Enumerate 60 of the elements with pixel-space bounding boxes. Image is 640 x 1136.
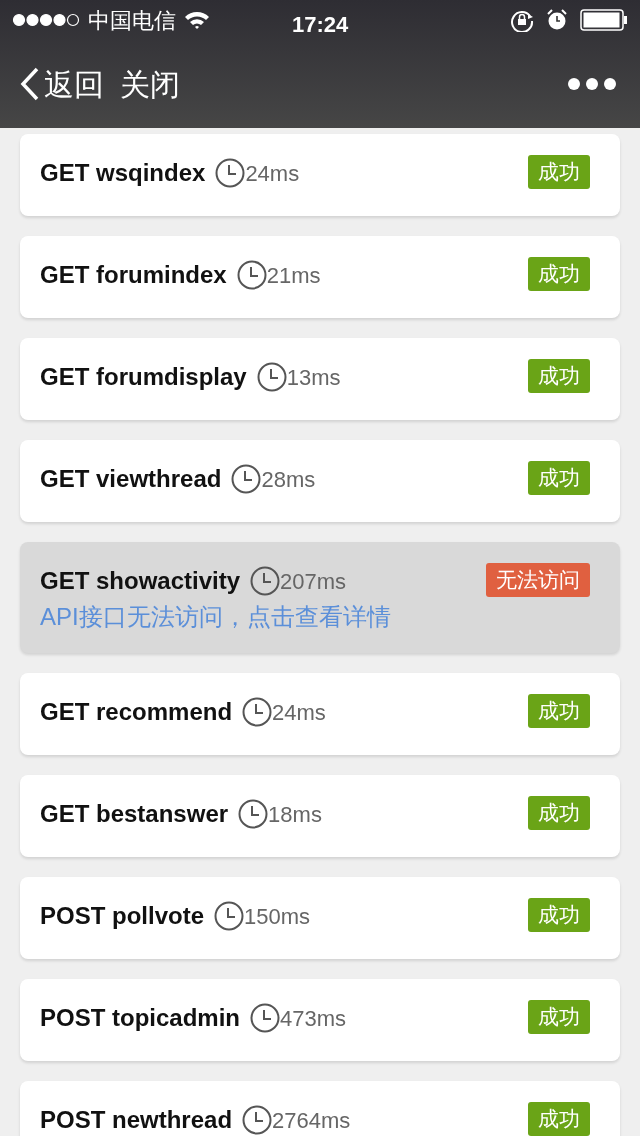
- status-badge: 成功: [528, 796, 590, 830]
- request-card[interactable]: POST topicadmin 473ms 成功: [20, 979, 620, 1061]
- request-title: GET viewthread: [40, 464, 222, 494]
- request-duration: 2764ms: [272, 1106, 351, 1135]
- request-title: GET bestanswer: [40, 799, 229, 829]
- request-title: GET showactivity: [40, 566, 241, 596]
- request-duration: 150ms: [244, 902, 311, 931]
- request-duration: 13ms: [286, 363, 341, 392]
- request-card[interactable]: GET recommend 24ms 成功: [20, 673, 620, 755]
- clock-icon: [231, 464, 262, 494]
- clock-icon: [215, 158, 246, 188]
- request-duration: 24ms: [245, 159, 300, 188]
- signal-icon: [12, 13, 80, 27]
- clock-icon: [242, 1105, 273, 1135]
- clock-icon: [214, 901, 245, 931]
- request-duration: 473ms: [280, 1004, 347, 1033]
- request-title: GET wsqindex: [40, 158, 206, 188]
- clock-icon: [256, 362, 287, 392]
- wifi-icon: [184, 10, 210, 30]
- request-title: GET forumdisplay: [40, 362, 247, 392]
- request-card[interactable]: GET bestanswer 18ms 成功: [20, 775, 620, 857]
- request-duration: 207ms: [280, 567, 347, 596]
- request-duration: 28ms: [261, 465, 316, 494]
- request-title: GET forumindex: [40, 260, 227, 290]
- request-title: POST topicadmin: [40, 1003, 241, 1033]
- status-badge: 成功: [528, 1000, 590, 1034]
- status-badge: 成功: [528, 257, 590, 291]
- request-duration: 21ms: [266, 261, 321, 290]
- status-badge: 成功: [528, 898, 590, 932]
- request-title: POST pollvote: [40, 901, 205, 931]
- request-card[interactable]: POST pollvote 150ms 成功: [20, 877, 620, 959]
- request-duration: 18ms: [268, 800, 322, 829]
- request-title: GET recommend: [40, 697, 233, 727]
- clock-icon: [236, 260, 267, 290]
- clock-icon: [238, 799, 269, 829]
- request-card[interactable]: GET viewthread 28ms 成功: [20, 440, 620, 522]
- status-badge: 成功: [528, 461, 590, 495]
- request-card[interactable]: GET forumdisplay 13ms 成功: [20, 338, 620, 420]
- request-title: POST newthread: [40, 1105, 233, 1135]
- status-time: 17:24: [292, 11, 349, 39]
- status-badge: 成功: [528, 359, 590, 393]
- request-duration: 24ms: [272, 698, 326, 727]
- clock-icon: [242, 697, 273, 727]
- battery-icon: [580, 9, 628, 31]
- status-badge: 成功: [528, 694, 590, 728]
- rotation-lock-icon: [510, 8, 534, 32]
- alarm-icon: [546, 9, 568, 31]
- status-badge: 成功: [528, 155, 590, 189]
- request-card[interactable]: GET showactivity 207ms API接口无法访问，点击查看详情 无法访问: [20, 542, 620, 653]
- clock-icon: [250, 1003, 281, 1033]
- request-card[interactable]: POST newthread 2764ms 成功: [20, 1081, 620, 1136]
- back-button[interactable]: 返回: [20, 61, 104, 107]
- carrier-name: 中国电信: [88, 6, 176, 35]
- request-card[interactable]: GET wsqindex 24ms 成功: [20, 134, 620, 216]
- status-badge: 成功: [528, 1102, 590, 1136]
- request-card[interactable]: GET forumindex 21ms 成功: [20, 236, 620, 318]
- clock-icon: [250, 566, 281, 596]
- close-button[interactable]: 关闭: [120, 61, 180, 107]
- chevron-left-icon: [20, 67, 40, 101]
- status-badge: 无法访问: [486, 563, 590, 597]
